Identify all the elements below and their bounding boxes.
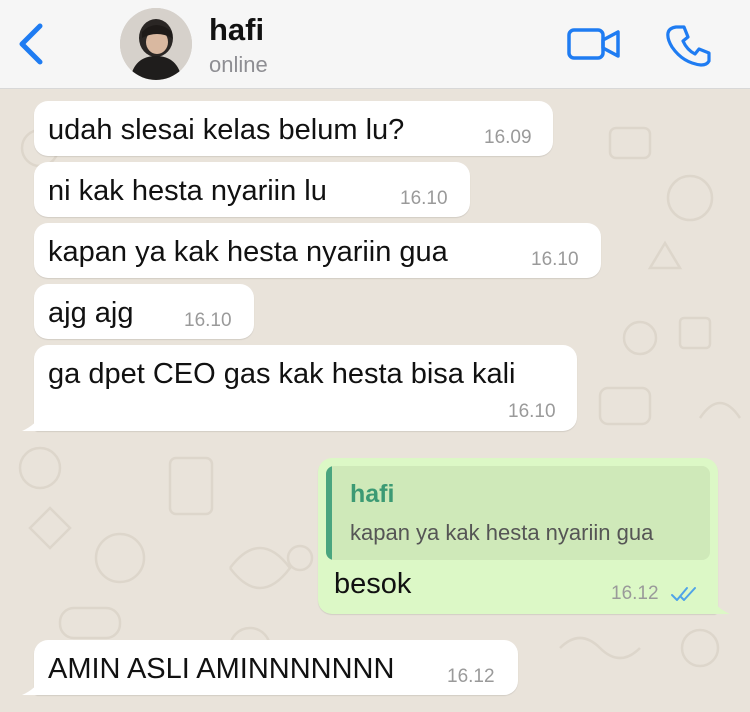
quote-bar (326, 466, 332, 560)
message-bubble-incoming[interactable]: udah slesai kelas belum lu? 16.09 (34, 101, 553, 156)
video-call-button[interactable] (566, 24, 622, 64)
contact-name[interactable]: hafi (209, 12, 264, 48)
message-time: 16.09 (484, 127, 532, 148)
message-bubble-incoming[interactable]: ga dpet CEO gas kak hesta bisa kali 16.1… (22, 345, 577, 431)
avatar-photo (120, 8, 192, 80)
message-bubble-incoming[interactable]: ajg ajg 16.10 (34, 284, 254, 339)
back-button[interactable] (14, 22, 48, 66)
bubble-tail (22, 675, 44, 695)
message-time: 16.10 (184, 310, 232, 331)
message-time: 16.10 (531, 249, 579, 270)
contact-status: online (209, 52, 268, 77)
avatar[interactable] (120, 8, 192, 80)
message-bubble-incoming[interactable]: AMIN ASLI AMINNNNNNN 16.12 (22, 640, 518, 695)
message-time: 16.12 (447, 666, 495, 687)
voice-call-button[interactable] (666, 22, 712, 68)
message-text: AMIN ASLI AMINNNNNNN (48, 653, 395, 685)
message-time: 16.10 (508, 401, 556, 422)
message-bubble-outgoing[interactable]: hafi kapan ya kak hesta nyariin gua beso… (318, 458, 730, 614)
message-bubble-incoming[interactable]: kapan ya kak hesta nyariin gua 16.10 (34, 223, 601, 278)
quote-text: kapan ya kak hesta nyariin gua (350, 520, 654, 545)
message-time: 16.12 (611, 583, 659, 604)
message-bubble-incoming[interactable]: ni kak hesta nyariin lu 16.10 (34, 162, 470, 217)
bubble-tail (22, 411, 44, 431)
reply-quote[interactable]: hafi kapan ya kak hesta nyariin gua (326, 466, 710, 560)
message-text: udah slesai kelas belum lu? (48, 114, 405, 146)
bubble-tail (708, 594, 730, 614)
message-text: ga dpet CEO gas kak hesta bisa kali (48, 358, 516, 390)
double-check-icon (671, 587, 696, 601)
chat-header: hafi online (0, 0, 750, 89)
message-time: 16.10 (400, 188, 448, 209)
message-text: ajg ajg (48, 297, 134, 329)
message-text: besok (334, 568, 412, 600)
video-call-icon (567, 28, 620, 60)
message-text: kapan ya kak hesta nyariin gua (48, 236, 448, 268)
quote-sender: hafi (350, 480, 395, 508)
chevron-left-icon (19, 23, 43, 65)
message-text: ni kak hesta nyariin lu (48, 175, 327, 207)
phone-icon (666, 25, 711, 67)
